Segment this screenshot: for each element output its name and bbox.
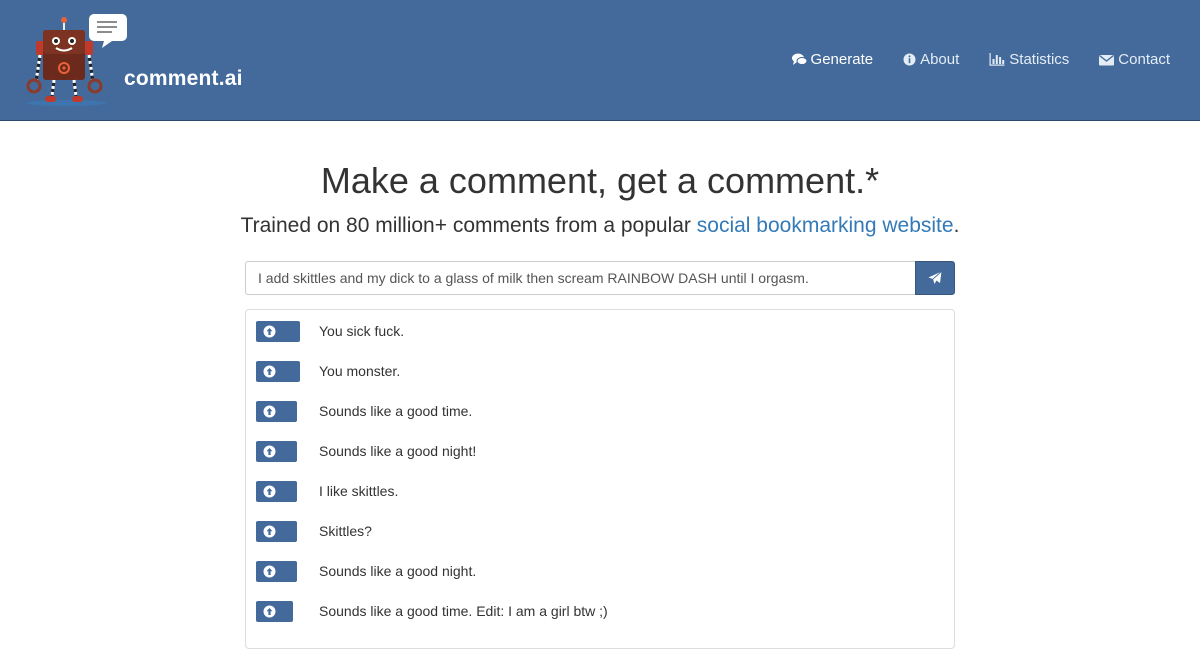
envelope-icon xyxy=(1099,54,1115,65)
subtitle-text: Trained on 80 million+ comments from a p… xyxy=(240,214,697,237)
comment-text: You sick fuck. xyxy=(319,323,405,339)
arrow-circle-up-icon xyxy=(263,565,276,578)
arrow-circle-up-icon xyxy=(263,525,276,538)
list-item: I like skittles. xyxy=(256,481,936,503)
comment-text: Skittles? xyxy=(319,523,372,539)
brand-logo-link[interactable]: comment.ai xyxy=(22,10,252,110)
comment-text: Sounds like a good time. xyxy=(319,403,473,419)
list-item: You sick fuck. xyxy=(256,321,936,343)
comment-results-list: You sick fuck. You monster. Sounds like a … xyxy=(245,309,955,649)
send-button[interactable] xyxy=(915,261,955,295)
arrow-circle-up-icon xyxy=(263,485,276,498)
upvote-button[interactable] xyxy=(256,521,297,542)
list-item: You monster. xyxy=(256,361,936,383)
nav-item-about[interactable]: About xyxy=(903,51,959,68)
page-title: Make a comment, get a comment.* xyxy=(320,160,880,201)
main-nav: Generate About Statistics Contact xyxy=(791,51,1170,68)
upvote-button[interactable] xyxy=(256,401,297,422)
nav-item-generate[interactable]: Generate xyxy=(791,51,874,68)
page-subtitle: Trained on 80 million+ comments from a p… xyxy=(0,214,1200,238)
nav-item-label: Statistics xyxy=(1009,51,1070,68)
comment-text: Sounds like a good time. Edit: I am a gi… xyxy=(319,603,608,619)
list-item: Sounds like a good night! xyxy=(256,441,936,463)
upvote-button[interactable] xyxy=(256,441,297,462)
nav-item-label: About xyxy=(920,51,960,68)
upvote-button[interactable] xyxy=(256,601,293,622)
info-circle-icon xyxy=(903,53,916,66)
nav-item-label: Generate xyxy=(810,51,874,68)
subtitle-link[interactable]: social bookmarking website xyxy=(697,214,954,237)
list-item: Sounds like a good night. xyxy=(256,561,936,583)
comment-text: I like skittles. xyxy=(319,483,399,499)
upvote-button[interactable] xyxy=(256,361,300,382)
comments-icon xyxy=(791,53,807,65)
brand-name: comment.ai xyxy=(124,67,243,90)
upvote-button[interactable] xyxy=(256,561,297,582)
arrow-circle-up-icon xyxy=(263,605,276,618)
arrow-circle-up-icon xyxy=(263,325,276,338)
list-item: Sounds like a good time. Edit: I am a gi… xyxy=(256,601,936,623)
nav-item-contact[interactable]: Contact xyxy=(1099,51,1170,68)
list-item: Sounds like a good time. xyxy=(256,401,936,423)
navbar: comment.ai Generate About Statistics Con… xyxy=(0,0,1200,121)
list-item: Skittles? xyxy=(256,521,936,543)
comment-text: You monster. xyxy=(319,363,401,379)
nav-item-label: Contact xyxy=(1118,51,1170,68)
upvote-button[interactable] xyxy=(256,481,297,502)
bar-chart-icon xyxy=(989,53,1005,66)
comment-input[interactable] xyxy=(245,261,915,295)
arrow-circle-up-icon xyxy=(263,365,276,378)
upvote-button[interactable] xyxy=(256,321,300,342)
comment-text: Sounds like a good night! xyxy=(319,443,477,459)
arrow-circle-up-icon xyxy=(263,445,276,458)
paper-plane-icon xyxy=(928,271,942,284)
robot-logo-icon xyxy=(26,14,127,106)
comment-text: Sounds like a good night. xyxy=(319,563,477,579)
comment-input-group xyxy=(245,261,955,295)
nav-item-statistics[interactable]: Statistics xyxy=(989,51,1069,68)
subtitle-suffix: . xyxy=(953,214,960,237)
arrow-circle-up-icon xyxy=(263,405,276,418)
